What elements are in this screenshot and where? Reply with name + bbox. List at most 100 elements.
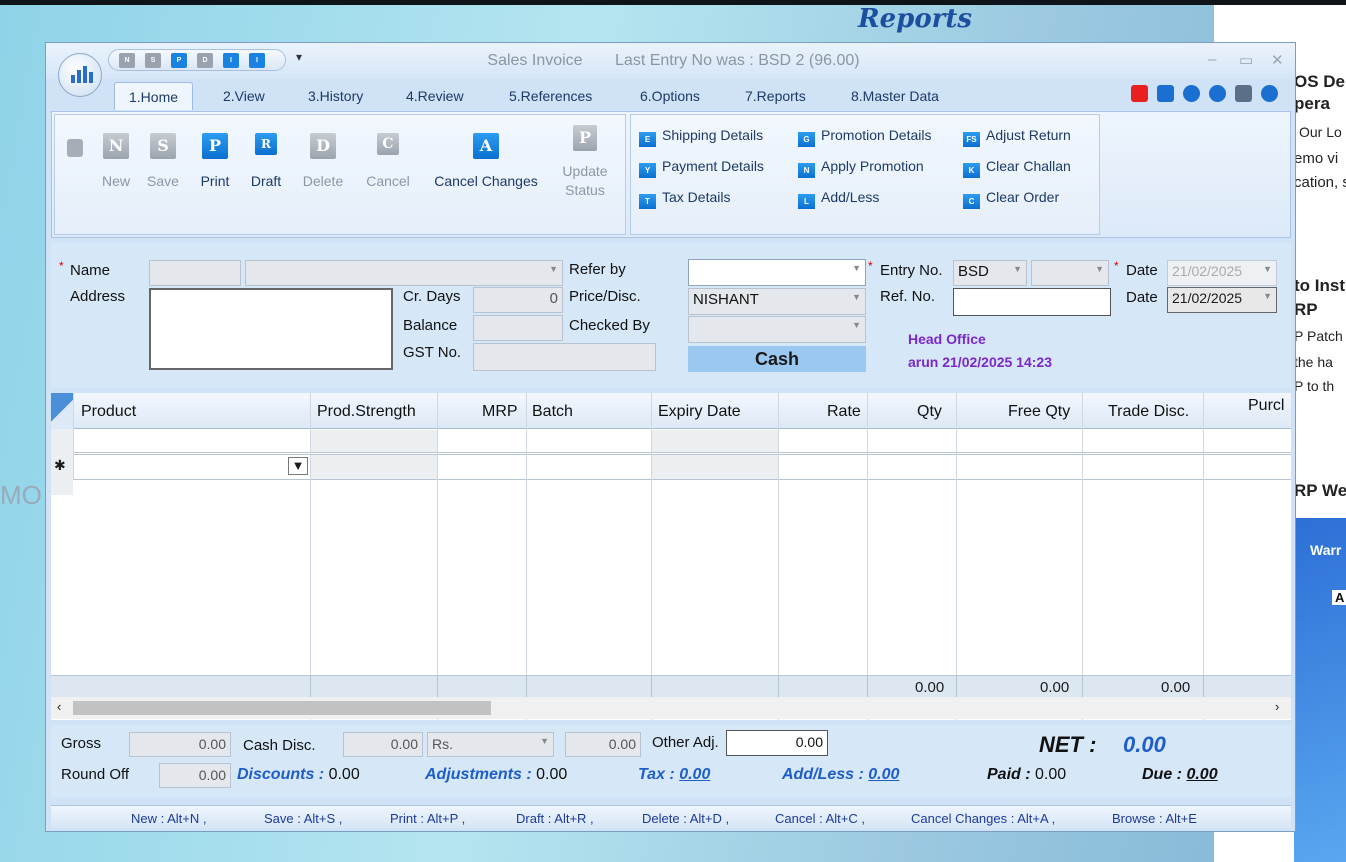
due-value[interactable]: 0.00 — [1186, 766, 1217, 783]
app-logo-icon[interactable] — [58, 53, 102, 97]
print-button[interactable]: P Print — [195, 133, 235, 189]
addless-value[interactable]: 0.00 — [868, 766, 899, 783]
tab-references[interactable]: 5.References — [509, 88, 592, 104]
info-icon[interactable] — [1261, 85, 1278, 102]
tab-master-data[interactable]: 8.Master Data — [851, 88, 939, 104]
clear-challan-button[interactable]: K Clear Challan — [963, 158, 1071, 178]
chevron-down-icon[interactable]: ▼ — [1095, 264, 1104, 274]
entry-number-field[interactable]: ▼ — [1031, 260, 1109, 286]
new-row-marker: ✱ — [54, 457, 66, 473]
product-dropdown-chevron-icon[interactable]: ▼ — [288, 457, 308, 475]
tax-summary[interactable]: Tax : 0.00 — [638, 766, 710, 784]
adjust-return-label: Adjust Return — [986, 127, 1071, 143]
tab-history[interactable]: 3.History — [308, 88, 363, 104]
payment-details-button[interactable]: Y Payment Details — [639, 158, 764, 178]
help-icon[interactable] — [1209, 85, 1226, 102]
round-off-value[interactable]: 0.00 — [159, 763, 231, 788]
chevron-down-icon[interactable]: ▼ — [549, 264, 558, 274]
tab-reports[interactable]: 7.Reports — [745, 88, 806, 104]
refresh-icon[interactable] — [1183, 85, 1200, 102]
add-less-icon: L — [798, 194, 815, 209]
update-status-button[interactable]: P Update Status — [555, 125, 615, 198]
new-button[interactable]: N New — [93, 133, 139, 189]
ref-no-field[interactable] — [953, 288, 1111, 316]
payment-mode-cash[interactable]: Cash — [688, 346, 866, 372]
draft-label: Draft — [250, 173, 282, 189]
col-qty[interactable]: Qty — [917, 403, 942, 421]
bg-text: emo vi — [1294, 150, 1339, 167]
tax-icon: T — [639, 194, 656, 209]
shipping-icon: E — [639, 132, 656, 147]
chevron-down-icon[interactable]: ▼ — [540, 736, 549, 746]
image-icon[interactable] — [1157, 85, 1174, 102]
chevron-down-icon[interactable]: ▼ — [1013, 264, 1022, 274]
gst-field[interactable] — [473, 343, 656, 371]
cash-disc-field[interactable]: 0.00 — [343, 732, 423, 757]
cancel-changes-icon: A — [473, 133, 499, 159]
col-line — [437, 676, 438, 698]
scroll-right-icon[interactable]: › — [1275, 699, 1279, 714]
draft-button[interactable]: R Draft — [246, 133, 286, 189]
cash-disc-unit-select[interactable]: Rs. ▼ — [427, 732, 554, 757]
checked-by-field[interactable]: ▼ — [688, 316, 866, 343]
col-expiry-date[interactable]: Expiry Date — [658, 403, 741, 421]
col-mrp[interactable]: MRP — [482, 403, 518, 421]
tab-options[interactable]: 6.Options — [640, 88, 700, 104]
cr-days-field[interactable]: 0 — [473, 287, 563, 313]
col-rate[interactable]: Rate — [827, 403, 861, 421]
promotion-details-button[interactable]: G Promotion Details — [798, 127, 932, 147]
address-field[interactable] — [149, 288, 393, 370]
chevron-down-icon[interactable]: ▼ — [852, 320, 861, 330]
other-adj-field[interactable]: 0.00 — [726, 730, 828, 756]
adjust-return-button[interactable]: FS Adjust Return — [963, 127, 1071, 147]
background-banner — [1294, 518, 1346, 862]
cancel-changes-button[interactable]: A Cancel Changes — [427, 133, 545, 189]
gross-label: Gross — [61, 735, 102, 752]
ref-no-label: Ref. No. — [880, 288, 936, 305]
scroll-left-icon[interactable]: ‹ — [57, 699, 61, 714]
cancel-label: Cancel — [366, 173, 410, 189]
shortcut-cancel: Cancel : Alt+C , — [775, 811, 865, 826]
save-button[interactable]: S Save — [141, 133, 185, 189]
tab-view[interactable]: 2.View — [223, 88, 265, 104]
tax-details-button[interactable]: T Tax Details — [639, 189, 730, 209]
horizontal-scrollbar[interactable]: ‹ › — [51, 697, 1291, 719]
date-label: Date — [1126, 262, 1158, 279]
minimize-button[interactable]: – — [1208, 51, 1216, 68]
col-batch[interactable]: Batch — [532, 403, 573, 421]
apply-promotion-button[interactable]: N Apply Promotion — [798, 158, 924, 178]
cr-days-label: Cr. Days — [403, 288, 461, 305]
maximize-button[interactable]: ▭ — [1239, 51, 1253, 69]
entry-no-label: Entry No. — [880, 262, 943, 279]
add-less-button[interactable]: L Add/Less — [798, 189, 879, 209]
col-purchase[interactable]: Purcl — [1248, 397, 1284, 415]
chevron-down-icon[interactable]: ▼ — [852, 292, 861, 302]
close-button[interactable]: ✕ — [1271, 51, 1284, 69]
name-code-field[interactable] — [149, 260, 241, 286]
col-trade-disc[interactable]: Trade Disc. — [1108, 403, 1189, 421]
shipping-details-label: Shipping Details — [662, 127, 764, 143]
col-product[interactable]: Product — [81, 403, 136, 421]
delete-button[interactable]: D Delete — [297, 133, 349, 189]
price-disc-field[interactable]: NISHANT ▼ — [688, 288, 866, 315]
scrollbar-thumb[interactable] — [73, 701, 491, 715]
refer-by-field[interactable]: ▼ — [688, 259, 866, 286]
entry-prefix-field[interactable]: BSD ▼ — [953, 260, 1027, 286]
tab-review[interactable]: 4.Review — [406, 88, 464, 104]
shipping-details-button[interactable]: E Shipping Details — [639, 127, 763, 147]
youtube-icon[interactable] — [1131, 85, 1148, 102]
clear-order-button[interactable]: C Clear Order — [963, 189, 1059, 209]
name-field[interactable]: ▼ — [245, 260, 563, 286]
bg-text: the ha — [1294, 354, 1333, 370]
chevron-down-icon[interactable]: ▼ — [1263, 291, 1272, 301]
date-field[interactable]: 21/02/2025 ▼ — [1167, 287, 1277, 313]
gross-value: 0.00 — [129, 732, 231, 757]
cancel-button[interactable]: C Cancel — [361, 133, 415, 189]
tab-home[interactable]: 1.Home — [114, 82, 194, 110]
col-prod-strength[interactable]: Prod.Strength — [317, 403, 416, 421]
tax-value[interactable]: 0.00 — [679, 766, 710, 783]
addless-summary[interactable]: Add/Less : 0.00 — [782, 766, 899, 784]
col-free-qty[interactable]: Free Qty — [1008, 403, 1070, 421]
notes-icon[interactable] — [1235, 85, 1252, 102]
chevron-down-icon[interactable]: ▼ — [852, 263, 861, 273]
